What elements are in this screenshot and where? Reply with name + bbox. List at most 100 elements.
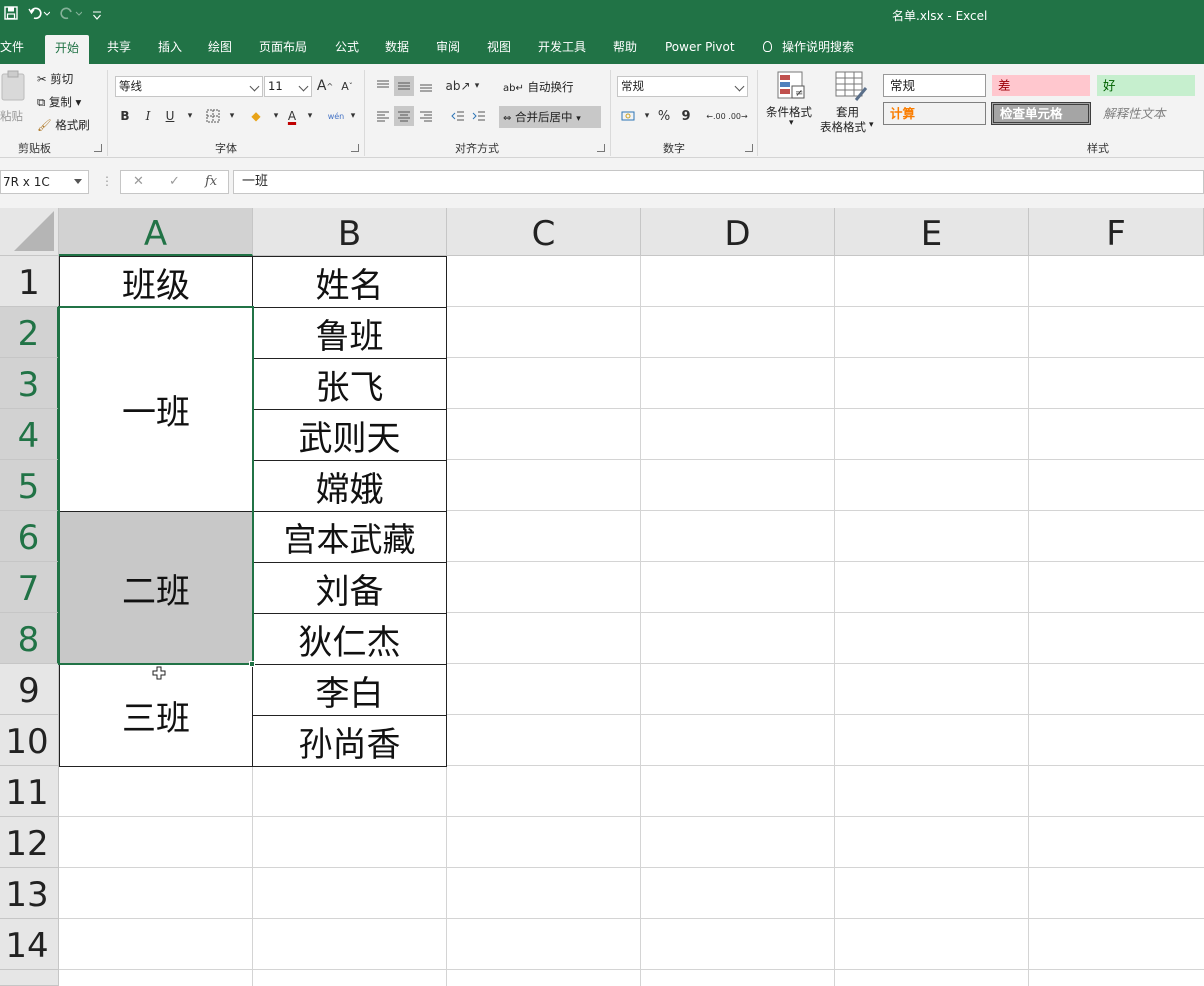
tab-data[interactable]: 数据	[385, 32, 409, 64]
tab-file[interactable]: 文件	[0, 32, 24, 64]
wrap-text-button[interactable]: ab↵ 自动换行	[503, 79, 574, 95]
row-header-12[interactable]: 12	[0, 817, 59, 868]
cell-b1[interactable]: 姓名	[252, 256, 447, 308]
tell-me-search[interactable]: 操作说明搜索	[763, 32, 854, 64]
tab-insert[interactable]: 插入	[158, 32, 182, 64]
increase-decimal-button[interactable]: ←.00	[706, 106, 726, 126]
row-header-2[interactable]: 2	[0, 307, 59, 358]
tab-draw[interactable]: 绘图	[208, 32, 232, 64]
align-top-icon[interactable]	[373, 76, 393, 96]
tab-help[interactable]: 帮助	[613, 32, 637, 64]
cancel-icon[interactable]: ✕	[133, 174, 144, 189]
tab-review[interactable]: 审阅	[436, 32, 460, 64]
select-all-button[interactable]	[0, 208, 59, 256]
row-header-14[interactable]: 14	[0, 919, 59, 970]
cond-format-dropdown-icon[interactable]: ▾	[789, 118, 794, 128]
cell-b4[interactable]: 武则天	[252, 409, 447, 461]
font-color-icon[interactable]: A	[282, 106, 302, 126]
undo-icon[interactable]	[28, 6, 51, 25]
merge-center-button[interactable]: ⇔ 合并后居中 ▾	[499, 106, 601, 128]
formula-bar-grip-icon[interactable]: ⋮	[101, 174, 113, 188]
style-explanatory[interactable]: 解释性文本	[1096, 102, 1196, 125]
font-launcher-icon[interactable]	[351, 144, 359, 152]
style-check-cell[interactable]: 检查单元格	[991, 102, 1091, 125]
formula-input[interactable]: 一班	[233, 170, 1204, 194]
name-box[interactable]: 7R x 1C	[0, 170, 89, 194]
tab-view[interactable]: 视图	[487, 32, 511, 64]
clipboard-launcher-icon[interactable]	[94, 144, 102, 152]
cell-b9[interactable]: 李白	[252, 664, 447, 716]
style-good[interactable]: 好	[1096, 74, 1196, 97]
customize-qat-icon[interactable]	[92, 7, 102, 25]
grow-font-icon[interactable]: A ^	[315, 76, 335, 96]
cut-button[interactable]: ✂ 剪切	[37, 71, 73, 87]
format-painter-button[interactable]: 🖌 格式刷	[37, 117, 90, 133]
tab-developer[interactable]: 开发工具	[538, 32, 586, 64]
row-header-11[interactable]: 11	[0, 766, 59, 817]
cell-a1[interactable]: 班级	[59, 256, 253, 308]
align-center-icon[interactable]	[394, 106, 414, 126]
cell-b5[interactable]: 嫦娥	[252, 460, 447, 512]
format-as-table-icon[interactable]	[834, 70, 870, 104]
row-header-7[interactable]: 7	[0, 562, 59, 613]
align-left-icon[interactable]	[373, 106, 393, 126]
conditional-formatting-icon[interactable]: ≠	[774, 70, 810, 104]
currency-icon[interactable]	[619, 106, 639, 126]
column-header-f[interactable]: F	[1029, 208, 1204, 256]
cell-b2[interactable]: 鲁班	[252, 307, 447, 359]
cell-b10[interactable]: 孙尚香	[252, 715, 447, 767]
cell-b3[interactable]: 张飞	[252, 358, 447, 410]
increase-indent-icon[interactable]	[469, 106, 489, 126]
name-box-dropdown-icon[interactable]	[74, 179, 82, 184]
align-right-icon[interactable]	[416, 106, 436, 126]
underline-button[interactable]: U	[160, 106, 180, 126]
row-header-6[interactable]: 6	[0, 511, 59, 562]
cell-b8[interactable]: 狄仁杰	[252, 613, 447, 665]
orientation-dropdown-icon[interactable]: ▾	[467, 76, 487, 96]
row-header-1[interactable]: 1	[0, 256, 59, 307]
row-header-10[interactable]: 10	[0, 715, 59, 766]
column-header-b[interactable]: B	[253, 208, 447, 256]
row-header-13[interactable]: 13	[0, 868, 59, 919]
tab-page-layout[interactable]: 页面布局	[259, 32, 307, 64]
fill-color-icon[interactable]: ◆	[246, 106, 266, 126]
redo-icon[interactable]	[60, 6, 83, 25]
comma-style-button[interactable]: 9	[676, 106, 696, 126]
row-header-9[interactable]: 9	[0, 664, 59, 715]
row-header-8[interactable]: 8	[0, 613, 59, 664]
font-color-dropdown-icon[interactable]: ▾	[300, 106, 320, 126]
align-middle-icon[interactable]	[394, 76, 414, 96]
style-calculation[interactable]: 计算	[883, 102, 986, 125]
cell-b7[interactable]: 刘备	[252, 562, 447, 614]
column-header-c[interactable]: C	[447, 208, 641, 256]
decrease-indent-icon[interactable]	[448, 106, 468, 126]
percent-button[interactable]: %	[654, 106, 674, 126]
cell-a2-a5-merged[interactable]: 一班	[59, 307, 253, 512]
row-header-4[interactable]: 4	[0, 409, 59, 460]
font-name-dropdown[interactable]: 等线	[115, 76, 263, 97]
format-as-table-label-2[interactable]: 表格格式	[820, 119, 866, 135]
number-launcher-icon[interactable]	[745, 144, 753, 152]
decrease-decimal-button[interactable]: .00→	[728, 106, 748, 126]
alignment-launcher-icon[interactable]	[597, 144, 605, 152]
column-header-a[interactable]: A	[59, 208, 253, 256]
underline-dropdown-icon[interactable]: ▾	[180, 106, 200, 126]
enter-icon[interactable]: ✓	[169, 174, 180, 189]
shrink-font-icon[interactable]: Aˇ	[337, 76, 357, 96]
number-format-dropdown[interactable]: 常规	[617, 76, 748, 97]
table-format-dropdown-icon[interactable]: ▾	[869, 120, 874, 130]
style-normal[interactable]: 常规	[883, 74, 986, 97]
cell-a6-a8-merged[interactable]: 二班	[59, 511, 253, 665]
italic-button[interactable]: I	[138, 106, 158, 126]
column-header-d[interactable]: D	[641, 208, 835, 256]
bold-button[interactable]: B	[115, 106, 135, 126]
style-bad[interactable]: 差	[991, 74, 1091, 97]
insert-function-icon[interactable]: fx	[205, 174, 217, 189]
orientation-icon[interactable]: ab↗	[445, 76, 470, 96]
copy-button[interactable]: ⧉ 复制 ▾	[37, 94, 81, 110]
fill-handle[interactable]	[249, 661, 255, 667]
format-as-table-label-1[interactable]: 套用	[836, 104, 859, 120]
tab-home[interactable]: 开始	[45, 35, 90, 64]
tab-formulas[interactable]: 公式	[335, 32, 359, 64]
borders-dropdown-icon[interactable]: ▾	[222, 106, 242, 126]
